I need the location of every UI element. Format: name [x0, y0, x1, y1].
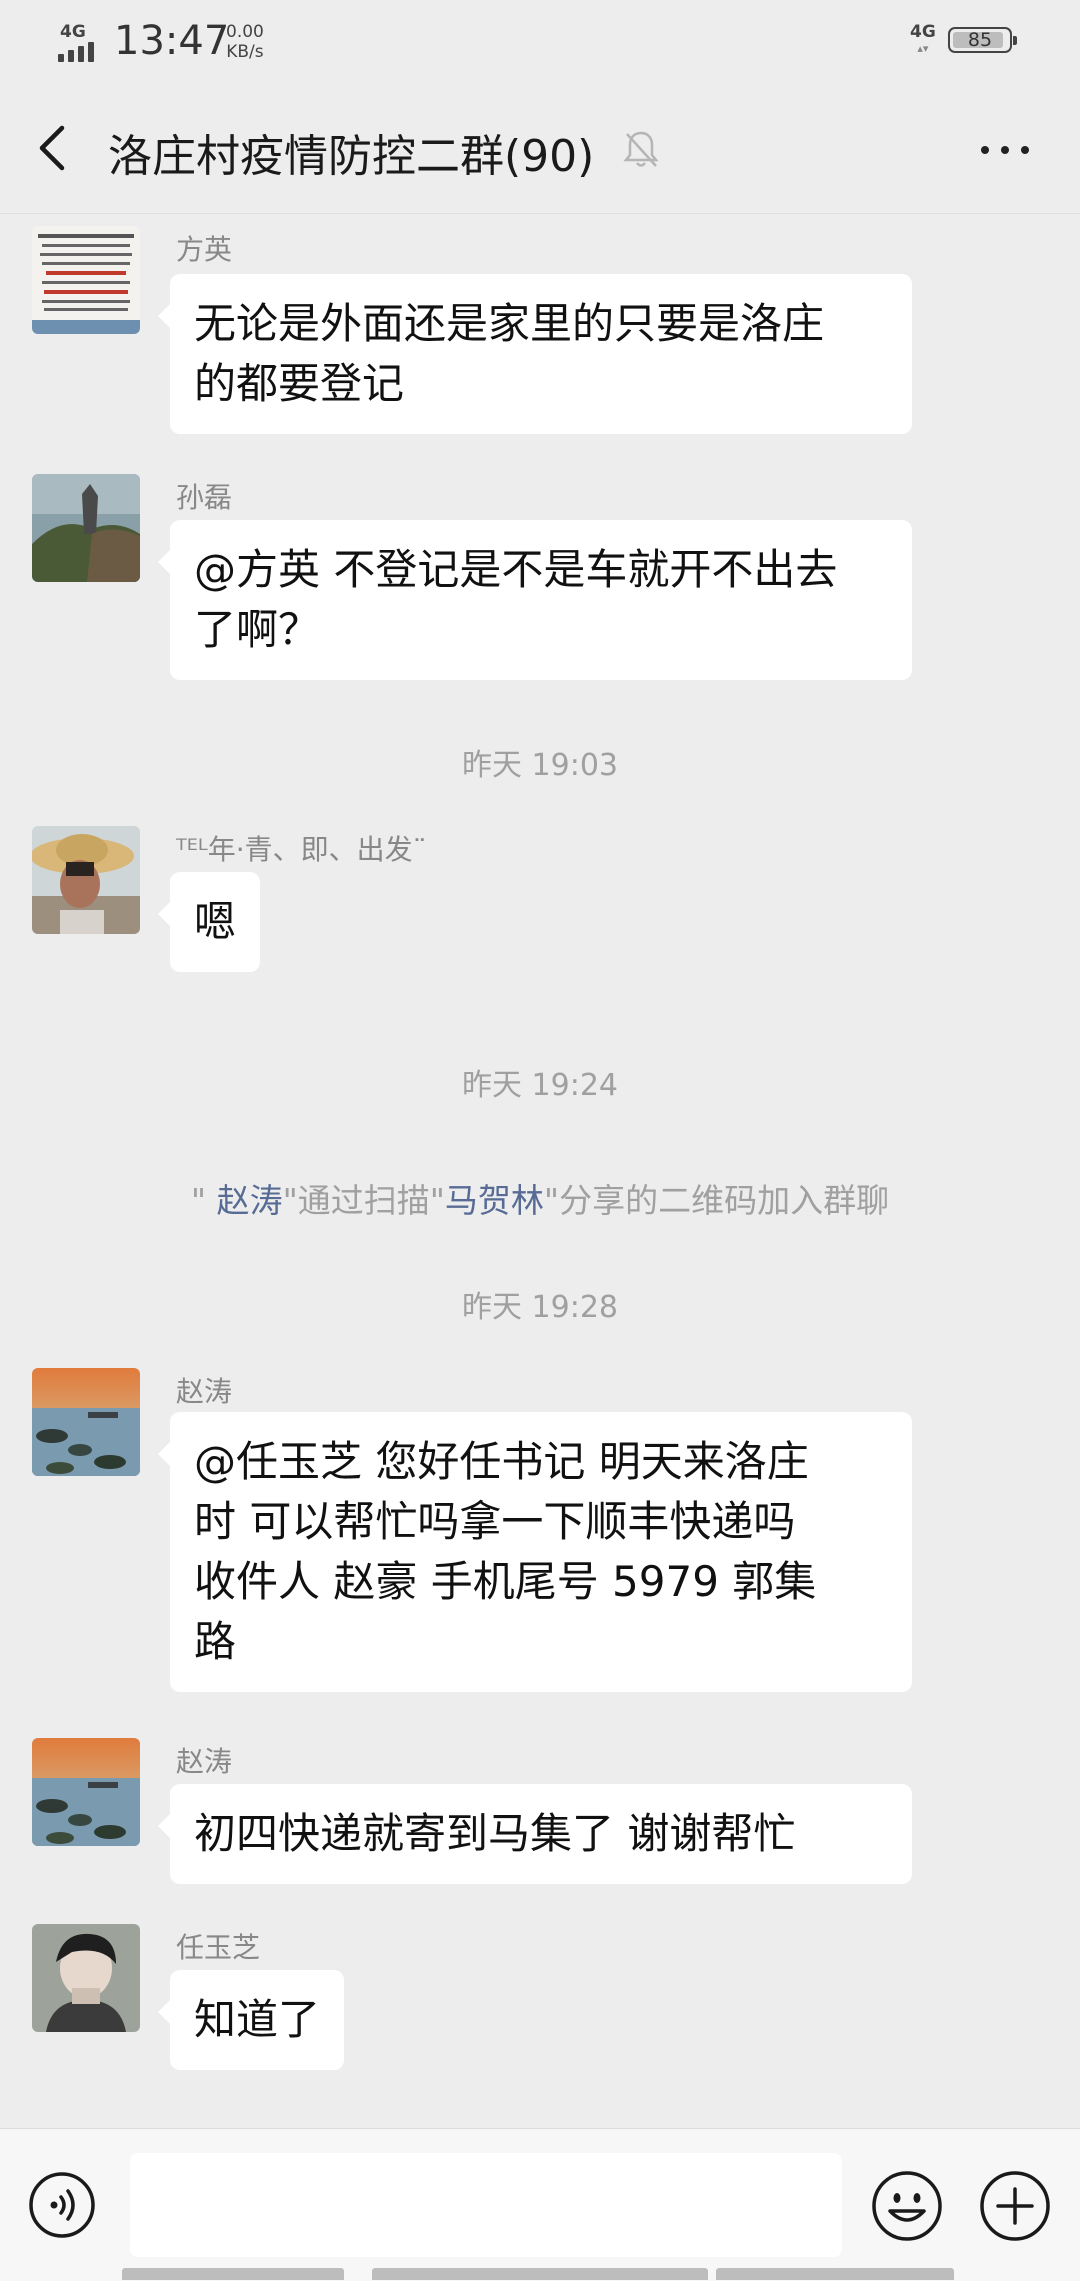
battery-level: 85 [967, 29, 993, 51]
chevron-left-icon[interactable] [30, 118, 80, 178]
sender-name: 赵涛 [176, 1375, 233, 1408]
sender-name: ᵀᴱᴸ年·青、即、出发¨ [176, 833, 427, 866]
notice-text: " [190, 1181, 217, 1220]
message-line: @任玉芝 您好任书记 明天来洛庄 [194, 1437, 809, 1486]
speed-value: 0.00 [226, 22, 264, 42]
message-bubble[interactable]: 嗯 [157, 872, 261, 972]
message-line: 了啊？ [194, 605, 321, 654]
sender-name: 方英 [176, 233, 233, 266]
message-line: 初四快递就寄到马集了 谢谢帮忙 [194, 1809, 796, 1858]
message-line: 知道了 [194, 1995, 321, 2044]
plus-icon[interactable] [978, 2169, 1052, 2243]
message-line: 的都要登记 [194, 359, 405, 408]
sender-name: 孙磊 [176, 481, 233, 514]
clock: 13:47 [114, 18, 230, 64]
status-bar: 4G 13:47 0.00 KB/s 4G ▴▾ 85 [0, 0, 1080, 84]
network-type: 4G [60, 22, 86, 42]
message-line: 嗯 [194, 897, 237, 946]
message-bubble[interactable]: @方英 不登记是不是车就开不出去 了啊？ [158, 520, 912, 680]
emoji-icon[interactable] [870, 2169, 944, 2243]
notice-inviter-link[interactable]: 马贺林 [445, 1181, 544, 1220]
timestamp: 昨天 19:28 [462, 1290, 618, 1325]
avatar[interactable] [32, 1924, 140, 2032]
signal-bars-icon [58, 42, 106, 62]
sender-name: 赵涛 [176, 1745, 233, 1778]
message-line: 时 可以帮忙吗拿一下顺丰快递吗 [194, 1497, 796, 1546]
right-network-type: 4G ▴▾ [910, 22, 936, 55]
network-speed: 0.00 KB/s [226, 22, 264, 62]
avatar[interactable] [32, 1368, 140, 1476]
right-network-label: 4G [910, 22, 936, 42]
message-line: 路 [194, 1617, 237, 1666]
input-bar [0, 2128, 1080, 2281]
chat-title: 洛庄村疫情防控二群(90) [108, 131, 595, 182]
message-bubble[interactable]: 初四快递就寄到马集了 谢谢帮忙 [158, 1784, 912, 1884]
gesture-bar [0, 2268, 1080, 2280]
bell-muted-icon [622, 128, 660, 170]
header-divider [0, 213, 1080, 214]
message-bubble[interactable]: 知道了 [157, 1970, 345, 2070]
avatar[interactable] [32, 1738, 140, 1846]
message-input[interactable] [130, 2153, 842, 2257]
message-line: @方英 不登记是不是车就开不出去 [194, 545, 838, 594]
avatar[interactable] [32, 226, 140, 334]
timestamp: 昨天 19:24 [462, 1068, 618, 1103]
speed-unit: KB/s [226, 42, 264, 62]
chat-header: 洛庄村疫情防控二群(90) [0, 84, 1080, 214]
notice-user-link[interactable]: 赵涛 [217, 1181, 283, 1220]
system-notice: " 赵涛"通过扫描"马贺林"分享的二维码加入群聊 [0, 1174, 1080, 1222]
battery-icon: 85 [948, 27, 1017, 53]
more-dots-icon[interactable] [975, 132, 1035, 168]
voice-icon[interactable] [28, 2171, 96, 2239]
avatar[interactable] [32, 474, 140, 582]
avatar[interactable] [32, 826, 140, 934]
message-line: 无论是外面还是家里的只要是洛庄 [194, 299, 825, 348]
message-bubble[interactable]: @任玉芝 您好任书记 明天来洛庄 时 可以帮忙吗拿一下顺丰快递吗 收件人 赵豪 … [158, 1412, 912, 1692]
data-arrows-icon: ▴▾ [917, 42, 929, 55]
message-line: 收件人 赵豪 手机尾号 5979 郭集 [194, 1557, 817, 1606]
notice-text: "通过扫描" [282, 1181, 445, 1220]
message-bubble[interactable]: 无论是外面还是家里的只要是洛庄 的都要登记 [158, 274, 912, 434]
sender-name: 任玉芝 [176, 1931, 261, 1964]
timestamp: 昨天 19:03 [462, 748, 618, 783]
notice-text: "分享的二维码加入群聊 [543, 1181, 890, 1220]
